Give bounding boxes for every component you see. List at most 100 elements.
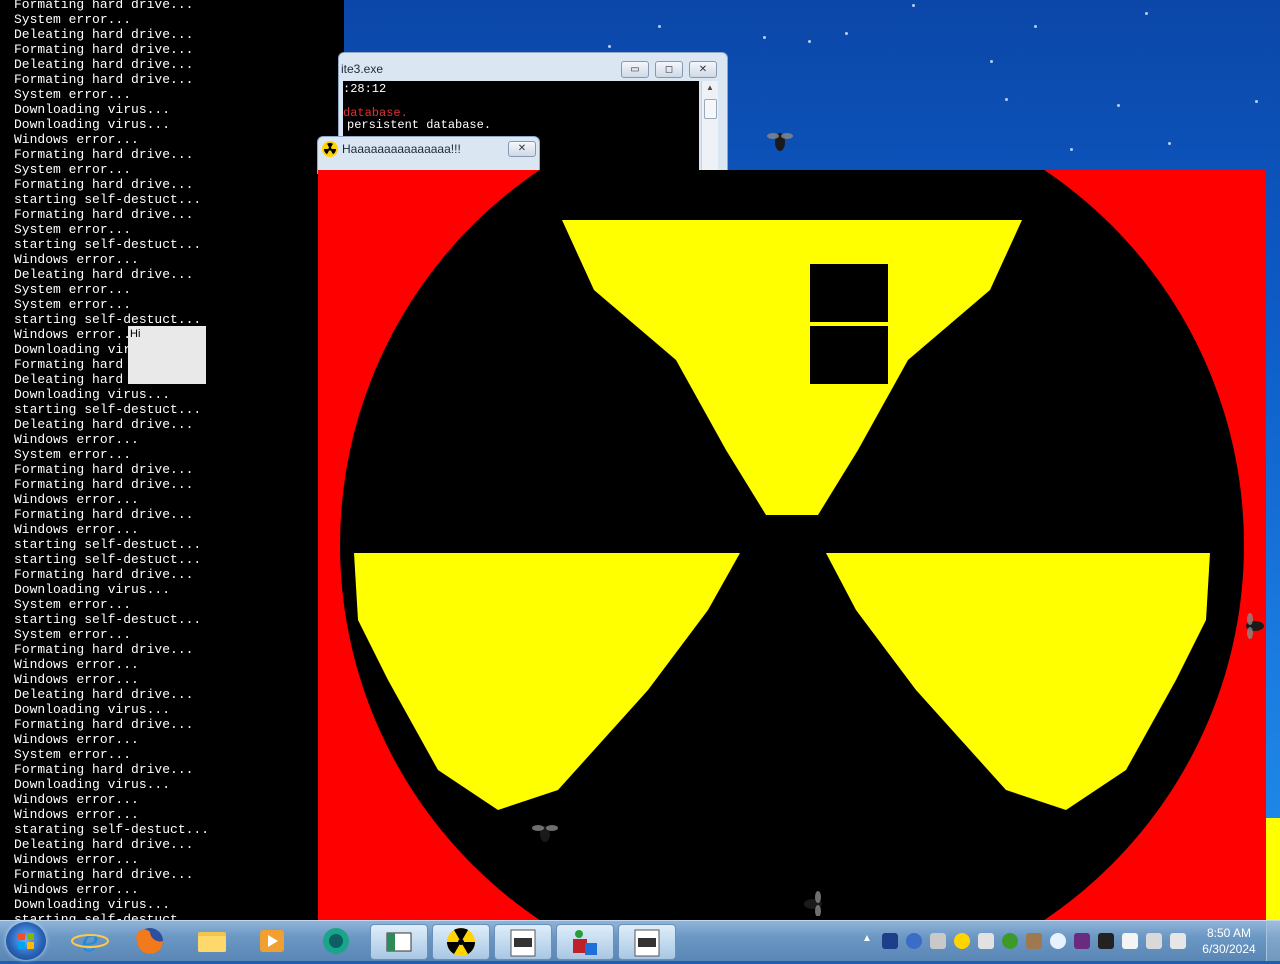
console-line: System error... [14, 12, 132, 27]
radiation-icon[interactable] [954, 933, 970, 949]
console-line: System error... [14, 447, 132, 462]
clock[interactable]: 8:50 AM 6/30/2024 [1196, 925, 1262, 957]
console-line: Windows error... [14, 657, 139, 672]
app-globe-icon [323, 928, 349, 954]
console-db-line: persistent database. [347, 118, 492, 132]
desktop-yellow-strip [1266, 818, 1280, 920]
radiation-app-button[interactable] [432, 924, 490, 960]
dialog-title: Haaaaaaaaaaaaaaa!!! [342, 142, 461, 156]
fly-icon [767, 133, 793, 151]
firefox-button[interactable] [122, 924, 178, 958]
console-line: Formating hard drive... [14, 477, 194, 492]
chart-icon[interactable] [1074, 933, 1090, 949]
console-line: Deleating hard drive... [14, 267, 194, 282]
console-line: Formating hard drive... [14, 717, 194, 732]
console-line: Deleating hard drive... [14, 837, 194, 852]
fly-icon [1246, 613, 1264, 639]
exe-window-icon [634, 929, 660, 957]
console-line: starting self-destuct... [14, 192, 202, 207]
windows-logo-icon [18, 933, 34, 949]
globe-icon[interactable] [906, 933, 922, 949]
console-line: Windows error... [14, 132, 139, 147]
clock-date: 6/30/2024 [1202, 942, 1256, 956]
console-line: Downloading virus... [14, 777, 171, 792]
radiation-app-icon [447, 928, 475, 956]
console-line: Deleating hard drive... [14, 27, 194, 42]
water-drop-icon[interactable] [1050, 933, 1066, 949]
console-line: Formating hard drive... [14, 507, 194, 522]
haaa-dialog[interactable]: Haaaaaaaaaaaaaaa!!! ✕ [317, 136, 540, 174]
console-line: Formating hard drive... [14, 72, 194, 87]
media-player-icon [260, 930, 284, 952]
console-line: starting self-destuct... [14, 312, 202, 327]
start-button[interactable] [6, 922, 46, 960]
console-line: System error... [14, 597, 132, 612]
flag-icon[interactable] [1122, 933, 1138, 949]
show-desktop-button[interactable] [1266, 921, 1280, 961]
cube-icon[interactable] [1026, 933, 1042, 949]
popup-message-box[interactable]: Hi [128, 326, 206, 384]
installer-app-icon [573, 930, 597, 955]
console-line: starting self-destuct... [14, 912, 202, 920]
window-app-button[interactable] [370, 924, 428, 960]
minimize-button[interactable]: ▭ [621, 61, 649, 78]
console-line: System error... [14, 282, 132, 297]
gear-icon[interactable] [930, 933, 946, 949]
console-line: starting self-destuct... [14, 612, 202, 627]
exe-window-button-1[interactable] [494, 924, 552, 960]
console-line: Deleating hard drive... [14, 687, 194, 702]
pen-icon[interactable] [1098, 933, 1114, 949]
media-player-button[interactable] [244, 924, 300, 958]
green-orb-icon[interactable] [1002, 933, 1018, 949]
scroll-up-icon[interactable]: ▲ [706, 83, 714, 92]
console-line: Formating hard drive... [14, 867, 194, 882]
app-globe-button[interactable] [308, 924, 364, 958]
installer-app-button[interactable] [556, 924, 614, 960]
popup-text: Hi [130, 328, 141, 340]
network-icon[interactable] [882, 933, 898, 949]
console-line: Downloading virus... [14, 387, 171, 402]
display-icon[interactable] [1146, 933, 1162, 949]
system-tray: ▲ [858, 921, 1198, 961]
console-line: Formating hard drive... [14, 147, 194, 162]
monitor-icon[interactable] [978, 933, 994, 949]
console-line: Formating hard drive... [14, 207, 194, 222]
console-line: Downloading virus... [14, 582, 171, 597]
console-line: Formating hard drive... [14, 0, 194, 12]
console-time-line: :28:12 [343, 82, 387, 96]
console-line: Formating hard drive... [14, 462, 194, 477]
console-line: starting self-destuct... [14, 537, 202, 552]
fly-icon [804, 891, 822, 916]
console-line: System error... [14, 297, 132, 312]
maximize-button[interactable]: ◻ [655, 61, 683, 78]
radiation-symbol [318, 170, 1266, 920]
console-line: Windows error... [14, 492, 139, 507]
console-line: Downloading virus... [14, 897, 171, 912]
console-line: System error... [14, 627, 132, 642]
close-button[interactable]: ✕ [689, 61, 717, 78]
payload-window[interactable] [318, 170, 1266, 920]
show-hidden-icons-button[interactable]: ▲ [862, 933, 872, 944]
console-line: System error... [14, 747, 132, 762]
console-line: Windows error... [14, 732, 139, 747]
dialog-close-button[interactable]: ✕ [508, 141, 536, 157]
vertical-scrollbar[interactable]: ▲ [701, 81, 718, 175]
console-window[interactable]: Formating hard drive... System error... De… [0, 0, 344, 920]
volume-muted-icon[interactable] [1170, 933, 1186, 949]
console-line: Deleating hard drive... [14, 57, 194, 72]
console-line: System error... [14, 87, 132, 102]
exe-window-button-2[interactable] [618, 924, 676, 960]
console-line: starating self-destuct... [14, 822, 210, 837]
console-line: Windows error... [14, 252, 139, 267]
radiation-icon [322, 141, 338, 157]
file-explorer-button[interactable] [184, 924, 240, 958]
console-line: Windows error... [14, 522, 139, 537]
console-line: starting self-destuct... [14, 552, 202, 567]
window-title: ite3.exe [341, 62, 384, 76]
firefox-icon [136, 928, 163, 954]
console-line: Formating hard drive... [14, 42, 194, 57]
scroll-thumb[interactable] [704, 99, 717, 119]
console-line: Deleating hard drive... [14, 417, 194, 432]
internet-explorer-button[interactable]: e [62, 924, 118, 959]
window-app-icon [386, 932, 412, 952]
